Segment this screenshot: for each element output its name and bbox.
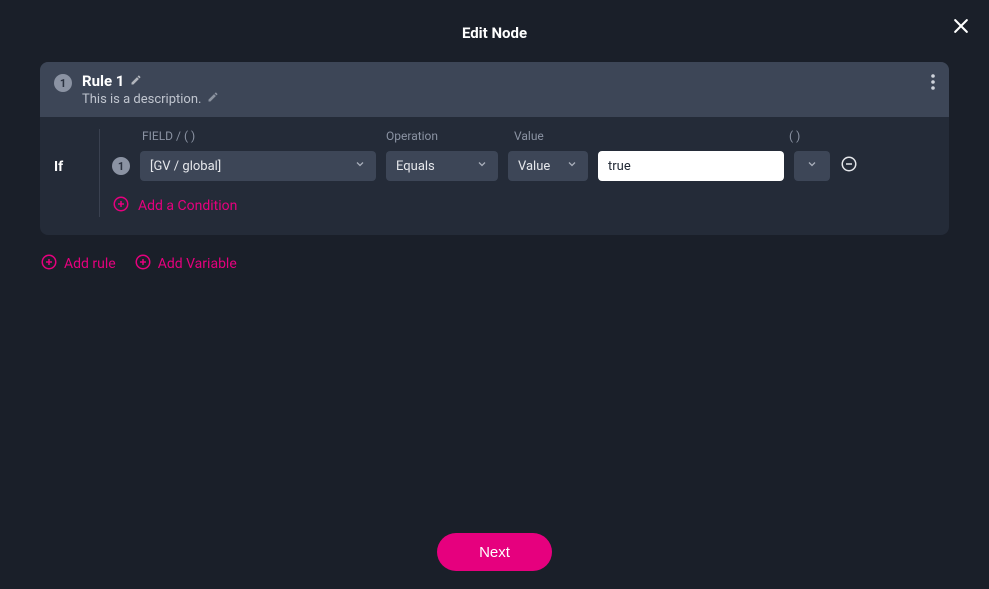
add-rule-label: Add rule xyxy=(64,256,116,272)
operation-select[interactable]: Equals xyxy=(386,151,498,181)
condition-number-badge: 1 xyxy=(112,157,130,175)
rule-title-wrap: Rule 1 This is a description. xyxy=(82,72,219,107)
plus-circle-icon xyxy=(40,253,58,275)
plus-circle-icon xyxy=(134,253,152,275)
next-button[interactable]: Next xyxy=(437,533,552,571)
chevron-down-icon xyxy=(476,158,488,174)
add-condition-label: Add a Condition xyxy=(138,198,237,214)
value-input[interactable] xyxy=(598,151,784,181)
rule-title-row: Rule 1 xyxy=(82,72,219,90)
chevron-down-icon xyxy=(806,158,818,174)
header-operation: Operation xyxy=(386,129,514,143)
operation-select-value: Equals xyxy=(396,159,435,174)
paren-select[interactable] xyxy=(794,151,830,181)
bottom-actions: Add rule Add Variable xyxy=(40,253,949,275)
header-field: FIELD / ( ) xyxy=(142,129,386,143)
plus-circle-icon xyxy=(112,195,130,217)
if-label: If xyxy=(54,129,100,217)
edit-description-button[interactable] xyxy=(207,91,219,107)
field-select[interactable]: [GV / global] xyxy=(140,151,376,181)
chevron-down-icon xyxy=(354,158,366,174)
value-type-select[interactable]: Value xyxy=(508,151,588,181)
remove-condition-button[interactable] xyxy=(840,155,858,177)
add-rule-button[interactable]: Add rule xyxy=(40,253,116,275)
modal-title: Edit Node xyxy=(40,24,949,42)
edit-node-modal: Edit Node 1 Rule 1 This is a description… xyxy=(0,0,989,589)
conditions-column: FIELD / ( ) Operation Value ( ) 1 [GV / … xyxy=(100,129,935,217)
rule-number-badge: 1 xyxy=(54,74,72,92)
kebab-icon xyxy=(931,78,935,94)
condition-row: 1 [GV / global] Equals V xyxy=(112,151,935,181)
rule-menu-button[interactable] xyxy=(931,74,935,94)
edit-title-button[interactable] xyxy=(130,72,142,90)
header-value: Value xyxy=(514,129,789,143)
field-select-value: [GV / global] xyxy=(150,159,221,174)
rule-description-text: This is a description. xyxy=(82,92,201,107)
add-variable-button[interactable]: Add Variable xyxy=(134,253,237,275)
chevron-down-icon xyxy=(566,158,578,174)
rule-header: 1 Rule 1 This is a description. xyxy=(40,62,949,117)
close-icon xyxy=(951,24,971,40)
column-headers: FIELD / ( ) Operation Value ( ) xyxy=(112,129,935,143)
close-button[interactable] xyxy=(951,16,971,40)
value-type-select-value: Value xyxy=(518,159,550,174)
rule-title-text: Rule 1 xyxy=(82,72,124,90)
add-variable-label: Add Variable xyxy=(158,256,237,272)
rule-body: If FIELD / ( ) Operation Value ( ) 1 [GV… xyxy=(40,117,949,235)
modal-footer: Next xyxy=(0,533,989,571)
minus-circle-icon xyxy=(840,155,858,177)
header-paren: ( ) xyxy=(789,129,829,143)
rule-description-row: This is a description. xyxy=(82,91,219,107)
add-condition-button[interactable]: Add a Condition xyxy=(112,195,935,217)
rule-card: 1 Rule 1 This is a description. xyxy=(40,62,949,235)
